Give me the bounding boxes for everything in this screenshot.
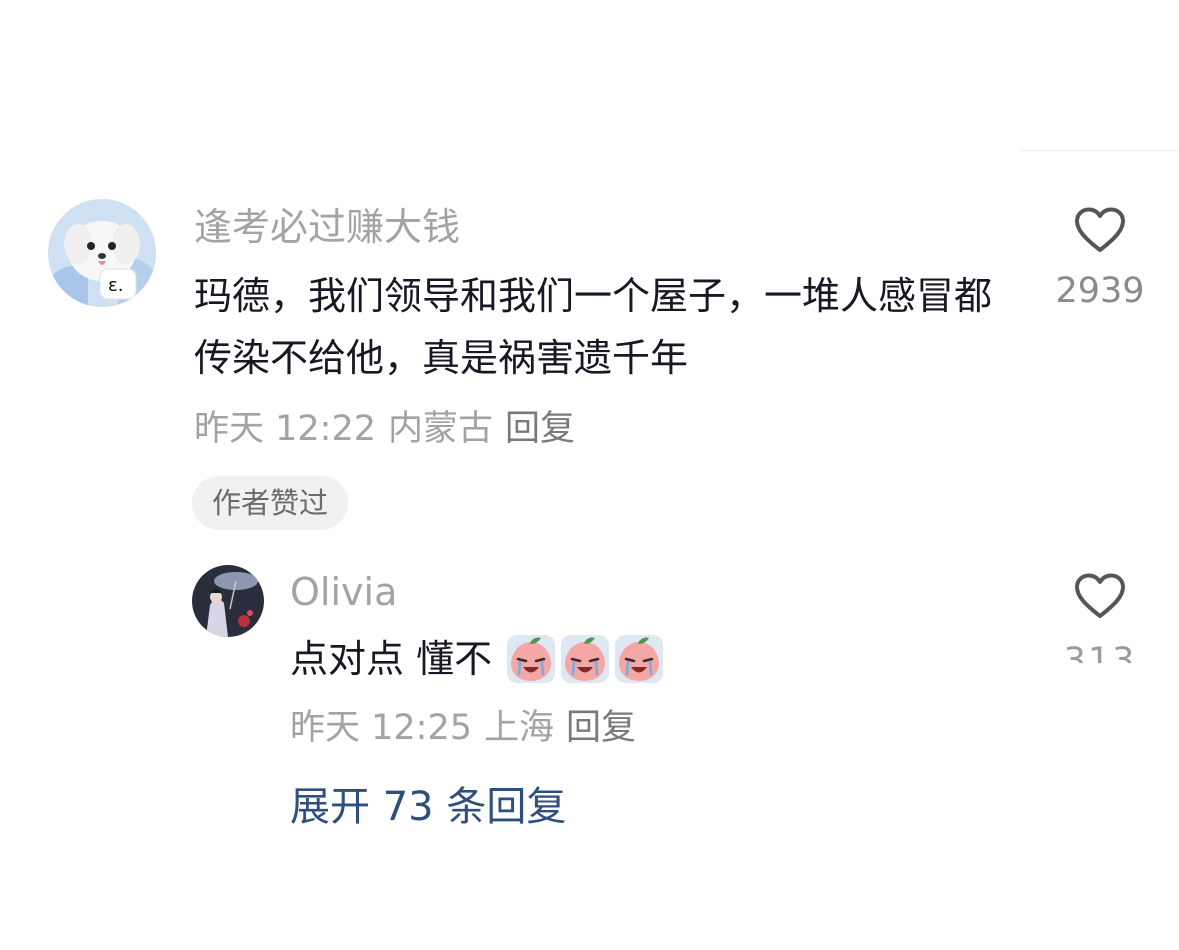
like-count: 2939 — [1055, 271, 1145, 311]
author-liked-badge: 作者赞过 — [192, 476, 349, 530]
reply-text: 点对点 懂不 — [290, 637, 493, 681]
reply-location: 上海 — [484, 708, 555, 748]
reply-text-row: 点对点 懂不 — [290, 628, 664, 690]
svg-text:ε.: ε. — [108, 275, 123, 296]
white-puppy-avatar-icon: ε. — [48, 199, 156, 307]
reply-reply-button[interactable]: 回复 — [566, 708, 636, 748]
expand-replies-button[interactable]: 展开 73 条回复 — [290, 783, 566, 831]
comment-location: 内蒙古 — [388, 409, 494, 449]
reply-button[interactable]: 回复 — [505, 409, 575, 449]
comment-username[interactable]: 逢考必过赚大钱 — [194, 204, 460, 250]
umbrella-figure-avatar-icon — [192, 565, 264, 637]
top-divider — [1020, 150, 1179, 151]
reply-time: 昨天 12:25 — [290, 708, 472, 748]
crying-peach-emoji — [615, 635, 664, 683]
reply-avatar[interactable] — [192, 565, 264, 637]
comment-meta: 昨天 12:22 内蒙古 回复 — [194, 408, 587, 450]
avatar[interactable]: ε. — [48, 199, 156, 307]
crying-peach-emoji — [507, 635, 556, 683]
heart-outline-icon[interactable] — [1073, 572, 1127, 620]
comment-time: 昨天 12:22 — [194, 409, 376, 449]
heart-outline-icon[interactable] — [1073, 206, 1127, 254]
reply-username[interactable]: Olivia — [290, 569, 397, 615]
crying-peach-emoji — [561, 635, 610, 683]
comment-text: 玛德，我们领导和我们一个屋子，一堆人感冒都传染不给他，真是祸害遗千年 — [194, 274, 993, 380]
reply-like-count: 313 — [1063, 641, 1137, 681]
emoji-row — [506, 634, 664, 684]
reply-meta: 昨天 12:25 上海 回复 — [290, 707, 648, 749]
